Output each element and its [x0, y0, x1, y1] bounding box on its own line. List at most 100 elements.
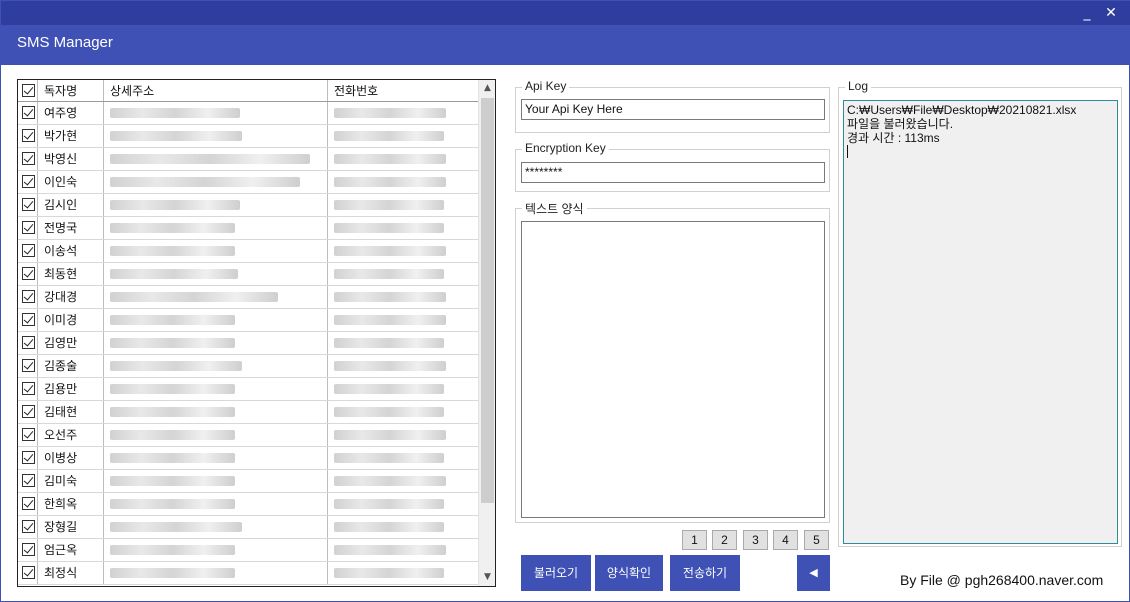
close-button[interactable]: ✕	[1102, 4, 1120, 22]
row-checkbox[interactable]	[22, 451, 35, 464]
row-checkbox[interactable]	[22, 543, 35, 556]
log-line: C:₩Users₩File₩Desktop₩20210821.xlsx	[847, 103, 1077, 117]
row-select-cell[interactable]	[18, 171, 38, 193]
row-checkbox[interactable]	[22, 497, 35, 510]
phone-cell	[328, 332, 478, 354]
minimize-button[interactable]: _	[1078, 4, 1096, 22]
row-checkbox[interactable]	[22, 359, 35, 372]
table-row[interactable]: 이송석	[18, 240, 478, 263]
scroll-up-arrow-icon[interactable]: ▲	[479, 80, 495, 97]
encryption-key-input[interactable]: ********	[521, 162, 825, 183]
phone-cell	[328, 148, 478, 170]
row-checkbox[interactable]	[22, 474, 35, 487]
page-button-2[interactable]: 2	[712, 530, 737, 550]
column-header-phone[interactable]: 전화번호	[328, 80, 478, 101]
table-row[interactable]: 이인숙	[18, 171, 478, 194]
table-row[interactable]: 강대경	[18, 286, 478, 309]
redacted-phone	[334, 453, 444, 463]
row-select-cell[interactable]	[18, 378, 38, 400]
row-checkbox[interactable]	[22, 405, 35, 418]
subscriber-table[interactable]: 독자명 상세주소 전화번호 여주영 박가현 박영신 이인숙 김시인 전명국 이송석 최동현 강대…	[17, 79, 496, 587]
select-all-checkbox[interactable]	[22, 84, 35, 97]
row-checkbox[interactable]	[22, 313, 35, 326]
send-button[interactable]: 전송하기	[670, 555, 740, 591]
row-checkbox[interactable]	[22, 244, 35, 257]
row-select-cell[interactable]	[18, 217, 38, 239]
column-header-address[interactable]: 상세주소	[104, 80, 328, 101]
back-arrow-icon[interactable]: ◀	[797, 555, 830, 591]
table-row[interactable]: 김태현	[18, 401, 478, 424]
row-select-cell[interactable]	[18, 125, 38, 147]
row-checkbox[interactable]	[22, 129, 35, 142]
table-row[interactable]: 김미숙	[18, 470, 478, 493]
phone-cell	[328, 286, 478, 308]
text-template-textarea[interactable]	[521, 221, 825, 518]
table-row[interactable]: 김종술	[18, 355, 478, 378]
row-select-cell[interactable]	[18, 401, 38, 423]
page-button-1[interactable]: 1	[682, 530, 707, 550]
table-row[interactable]: 전명국	[18, 217, 478, 240]
row-select-cell[interactable]	[18, 148, 38, 170]
redacted-address	[110, 430, 235, 440]
row-select-cell[interactable]	[18, 286, 38, 308]
row-select-cell[interactable]	[18, 539, 38, 561]
row-select-cell[interactable]	[18, 470, 38, 492]
table-scrollbar[interactable]: ▲ ▼	[478, 80, 495, 586]
table-row[interactable]: 이미경	[18, 309, 478, 332]
column-header-name[interactable]: 독자명	[38, 80, 104, 101]
log-output[interactable]: C:₩Users₩File₩Desktop₩20210821.xlsx 파일을 불…	[843, 100, 1118, 544]
page-button-4[interactable]: 4	[773, 530, 798, 550]
table-row[interactable]: 이병상	[18, 447, 478, 470]
row-select-cell[interactable]	[18, 309, 38, 331]
table-row[interactable]: 여주영	[18, 102, 478, 125]
table-row[interactable]: 한희옥	[18, 493, 478, 516]
table-row[interactable]: 김용만	[18, 378, 478, 401]
phone-cell	[328, 355, 478, 377]
row-select-cell[interactable]	[18, 102, 38, 124]
table-row[interactable]: 최동현	[18, 263, 478, 286]
row-select-cell[interactable]	[18, 355, 38, 377]
row-checkbox[interactable]	[22, 152, 35, 165]
page-button-5[interactable]: 5	[804, 530, 829, 550]
row-checkbox[interactable]	[22, 382, 35, 395]
scroll-thumb[interactable]	[481, 98, 494, 503]
select-all-cell[interactable]	[18, 80, 38, 101]
row-checkbox[interactable]	[22, 520, 35, 533]
row-checkbox[interactable]	[22, 175, 35, 188]
redacted-address	[110, 292, 278, 302]
check-template-button[interactable]: 양식확인	[595, 555, 663, 591]
row-select-cell[interactable]	[18, 194, 38, 216]
table-row[interactable]: 엄근옥	[18, 539, 478, 562]
redacted-phone	[334, 177, 446, 187]
row-checkbox[interactable]	[22, 428, 35, 441]
row-checkbox[interactable]	[22, 106, 35, 119]
row-checkbox[interactable]	[22, 566, 35, 579]
row-select-cell[interactable]	[18, 332, 38, 354]
table-row[interactable]: 박영신	[18, 148, 478, 171]
scroll-down-arrow-icon[interactable]: ▼	[479, 569, 495, 586]
title-bar: SMS Manager	[1, 25, 1130, 65]
row-checkbox[interactable]	[22, 198, 35, 211]
row-checkbox[interactable]	[22, 267, 35, 280]
row-checkbox[interactable]	[22, 336, 35, 349]
row-select-cell[interactable]	[18, 240, 38, 262]
row-select-cell[interactable]	[18, 447, 38, 469]
api-key-input[interactable]: Your Api Key Here	[521, 99, 825, 120]
load-button[interactable]: 불러오기	[521, 555, 591, 591]
phone-cell	[328, 539, 478, 561]
table-row[interactable]: 장형길	[18, 516, 478, 539]
row-select-cell[interactable]	[18, 493, 38, 515]
row-select-cell[interactable]	[18, 562, 38, 584]
row-select-cell[interactable]	[18, 516, 38, 538]
table-row[interactable]: 최정식	[18, 562, 478, 585]
page-button-3[interactable]: 3	[743, 530, 768, 550]
row-select-cell[interactable]	[18, 424, 38, 446]
redacted-address	[110, 154, 310, 164]
table-row[interactable]: 박가현	[18, 125, 478, 148]
row-select-cell[interactable]	[18, 263, 38, 285]
table-row[interactable]: 오선주	[18, 424, 478, 447]
row-checkbox[interactable]	[22, 290, 35, 303]
table-row[interactable]: 김시인	[18, 194, 478, 217]
row-checkbox[interactable]	[22, 221, 35, 234]
table-row[interactable]: 김영만	[18, 332, 478, 355]
